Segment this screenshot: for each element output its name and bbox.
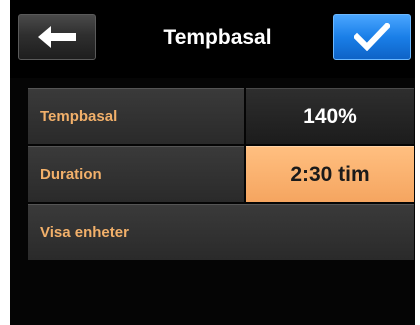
confirm-button[interactable] <box>333 14 411 60</box>
show-units-row[interactable]: Visa enheter <box>28 204 414 260</box>
duration-label: Duration <box>28 146 244 202</box>
checkmark-icon <box>354 23 390 51</box>
tempbasal-label: Tempbasal <box>28 88 244 144</box>
show-units-label: Visa enheter <box>28 204 414 260</box>
header-bar: Tempbasal <box>10 0 415 78</box>
arrow-left-icon <box>38 26 76 48</box>
tempbasal-row[interactable]: Tempbasal 140% <box>28 88 414 144</box>
duration-value[interactable]: 2:30 tim <box>246 146 414 202</box>
duration-row[interactable]: Duration 2:30 tim <box>28 146 414 202</box>
tempbasal-value[interactable]: 140% <box>246 88 414 144</box>
back-button[interactable] <box>18 14 96 60</box>
pump-screen: Tempbasal Tempbasal 140% Duration 2:30 t… <box>10 0 415 325</box>
page-title: Tempbasal <box>163 26 272 49</box>
